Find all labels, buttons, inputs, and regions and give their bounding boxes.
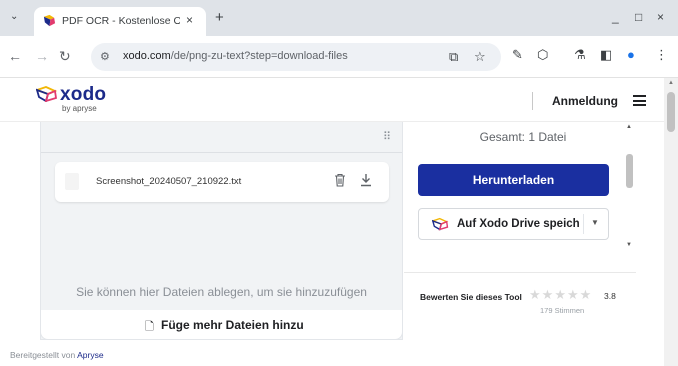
powered-by: Bereitgestellt von Apryse xyxy=(10,350,104,360)
pen-icon[interactable]: ✎ xyxy=(512,48,523,62)
trash-icon[interactable] xyxy=(334,173,346,187)
xodo-logo-icon xyxy=(36,86,58,102)
file-total: Gesamt: 1 Datei xyxy=(479,130,567,144)
url-host: xodo.com xyxy=(123,50,171,62)
sidebar-scroll-thumb[interactable] xyxy=(626,154,633,188)
rating-divider xyxy=(404,272,636,273)
login-link[interactable]: Anmeldung xyxy=(552,94,618,108)
file-card: Screenshot_20240507_210922.txt xyxy=(55,162,389,202)
page-content: xodo by apryse Anmeldung ⠿ Screenshot_20… xyxy=(0,78,678,366)
rating-score: 3.8 xyxy=(604,291,616,301)
drive-button-separator xyxy=(583,214,584,234)
profile-avatar-icon[interactable]: ● xyxy=(627,48,635,62)
site-info-icon[interactable]: ⚙ xyxy=(100,50,110,63)
side-panel-icon[interactable]: ◧ xyxy=(600,48,612,62)
logo-wordmark: xodo xyxy=(60,84,107,105)
new-tab-button[interactable]: + xyxy=(215,9,224,26)
scroll-up-icon[interactable]: ▲ xyxy=(626,124,632,130)
browser-tab[interactable]: PDF OCR - Kostenlose OCR × xyxy=(34,7,206,36)
star-icon[interactable]: ★ xyxy=(542,287,555,302)
rate-tool-label: Bewerten Sie dieses Tool xyxy=(420,292,522,302)
star-icon[interactable]: ★ xyxy=(529,287,542,302)
extensions-icon[interactable]: ⬡ xyxy=(537,48,548,62)
apryse-link[interactable]: Apryse xyxy=(77,350,103,360)
star-icon[interactable]: ★ xyxy=(567,287,580,302)
sidebar-scrollbar[interactable]: ▲ ▼ xyxy=(624,124,634,252)
grid-view-icon[interactable]: ⠿ xyxy=(383,130,391,143)
browser-toolbar: ← → ↻ ⚙ xodo.com/de/png-zu-text?step=dow… xyxy=(0,36,678,78)
url-path: /de/png-zu-text?step=download-files xyxy=(170,50,348,62)
powered-by-prefix: Bereitgestellt von xyxy=(10,350,76,360)
add-more-label: Füge mehr Dateien hinzu xyxy=(161,318,304,332)
tab-title: PDF OCR - Kostenlose OCR xyxy=(62,15,180,27)
install-app-icon[interactable]: ⧉ xyxy=(449,49,458,65)
download-button[interactable]: Herunterladen xyxy=(418,164,609,196)
scroll-down-icon[interactable]: ▼ xyxy=(626,242,632,248)
star-icon[interactable]: ★ xyxy=(580,287,593,302)
minimize-button[interactable]: _ xyxy=(612,10,619,24)
browser-tabstrip: ⌄ PDF OCR - Kostenlose OCR × + _ □ × xyxy=(0,0,678,36)
tab-search-icon[interactable]: ⌄ xyxy=(10,11,18,22)
file-panel: ⠿ Screenshot_20240507_210922.txt Sie kön… xyxy=(40,122,403,340)
hamburger-menu-icon[interactable] xyxy=(633,95,646,106)
maximize-button[interactable]: □ xyxy=(635,10,642,24)
add-file-icon: 🗋 xyxy=(145,321,154,333)
panel-divider xyxy=(41,152,402,153)
reload-icon[interactable]: ↻ xyxy=(59,49,71,63)
rating-stars[interactable]: ★★★★★ xyxy=(529,287,592,303)
url-text: xodo.com/de/png-zu-text?step=download-fi… xyxy=(123,50,348,62)
page-scrollbar[interactable]: ▲ xyxy=(664,78,678,366)
tab-close-icon[interactable]: × xyxy=(186,13,193,27)
star-icon[interactable]: ★ xyxy=(554,287,567,302)
bookmark-star-icon[interactable]: ☆ xyxy=(474,49,486,65)
forward-arrow-icon[interactable]: → xyxy=(35,49,49,63)
file-thumbnail xyxy=(65,173,79,190)
file-name: Screenshot_20240507_210922.txt xyxy=(96,176,242,187)
page-scroll-up-icon[interactable]: ▲ xyxy=(668,80,674,86)
rating-votes: 179 Stimmen xyxy=(540,306,585,315)
xodo-favicon-icon xyxy=(43,14,56,27)
site-header: xodo by apryse Anmeldung xyxy=(0,78,664,122)
download-icon[interactable] xyxy=(360,173,372,187)
page-scroll-thumb[interactable] xyxy=(667,92,675,132)
xodo-drive-icon xyxy=(432,217,449,231)
address-bar[interactable]: ⚙ xodo.com/de/png-zu-text?step=download-… xyxy=(91,43,501,71)
lab-flask-icon[interactable]: ⚗ xyxy=(574,48,586,62)
save-to-drive-button[interactable]: Auf Xodo Drive speichern ▼ xyxy=(418,208,609,240)
back-arrow-icon[interactable]: ← xyxy=(8,49,22,63)
chevron-down-icon[interactable]: ▼ xyxy=(591,218,599,227)
window-close-button[interactable]: × xyxy=(657,10,664,24)
save-to-drive-label: Auf Xodo Drive speichern xyxy=(457,218,579,230)
more-menu-icon[interactable]: ⋮ xyxy=(655,48,668,62)
logo-subtitle: by apryse xyxy=(62,104,97,113)
drop-hint: Sie können hier Dateien ablegen, um sie … xyxy=(76,285,367,299)
header-divider xyxy=(532,92,533,110)
add-more-files-button[interactable]: 🗋 Füge mehr Dateien hinzu xyxy=(40,310,403,340)
